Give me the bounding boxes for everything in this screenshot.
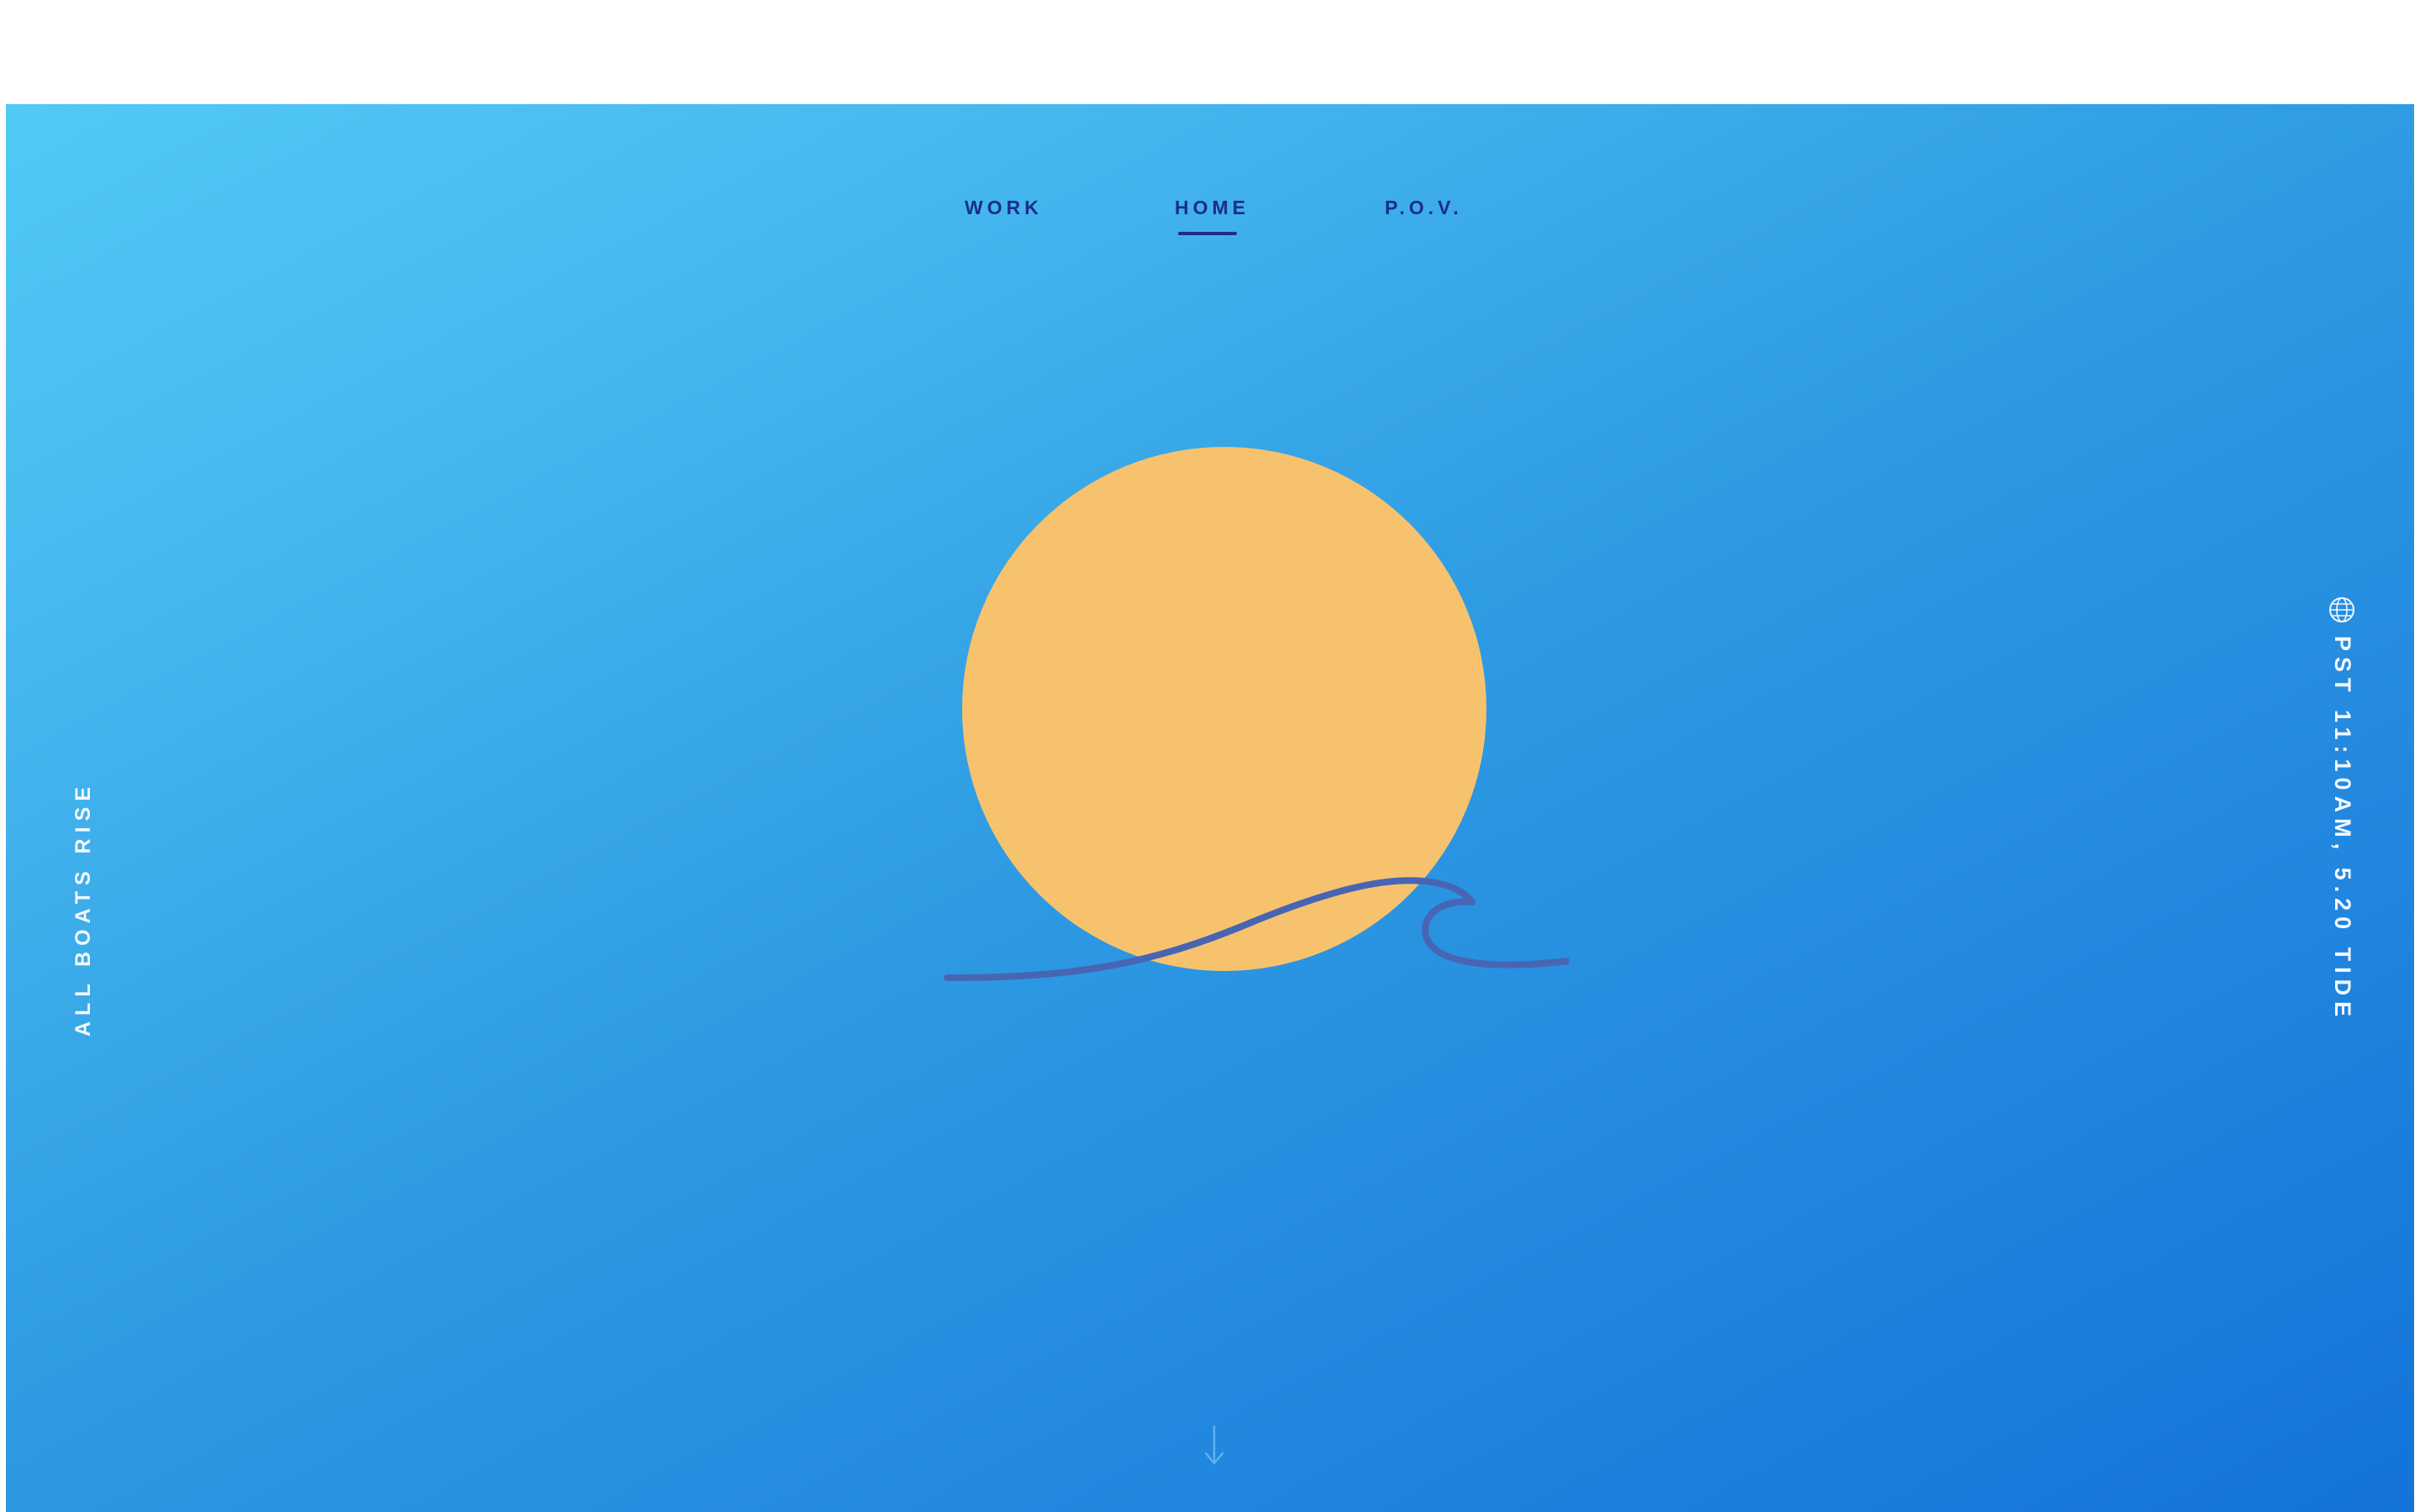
nav-item-label: P.O.V. [1385, 197, 1463, 218]
scroll-down-button[interactable] [1199, 1423, 1229, 1470]
nav-item-work[interactable]: WORK [965, 197, 1043, 219]
sun-shape [962, 447, 1486, 971]
nav-item-label: HOME [1175, 197, 1249, 218]
active-nav-underline [1178, 232, 1237, 235]
nav-item-home[interactable]: HOME [1175, 197, 1249, 235]
arrow-down-icon [1204, 1425, 1224, 1465]
nav-item-label: WORK [965, 197, 1043, 218]
globe-icon [2329, 597, 2354, 622]
time-tide-text: PST 11:10AM, 5.20 TIDE [2330, 636, 2355, 1023]
main-nav: WORK HOME P.O.V. [6, 197, 2414, 264]
tagline-vertical: ALL BOATS RISE [58, 776, 108, 1045]
time-tide-indicator: PST 11:10AM, 5.20 TIDE [2318, 596, 2369, 1133]
nav-item-pov[interactable]: P.O.V. [1385, 197, 1463, 219]
sun-wave-logo [930, 432, 1690, 1104]
hero-section: WORK HOME P.O.V. ALL BOATS RISE PST 11:1… [6, 104, 2414, 1512]
tagline-text: ALL BOATS RISE [71, 780, 95, 1037]
